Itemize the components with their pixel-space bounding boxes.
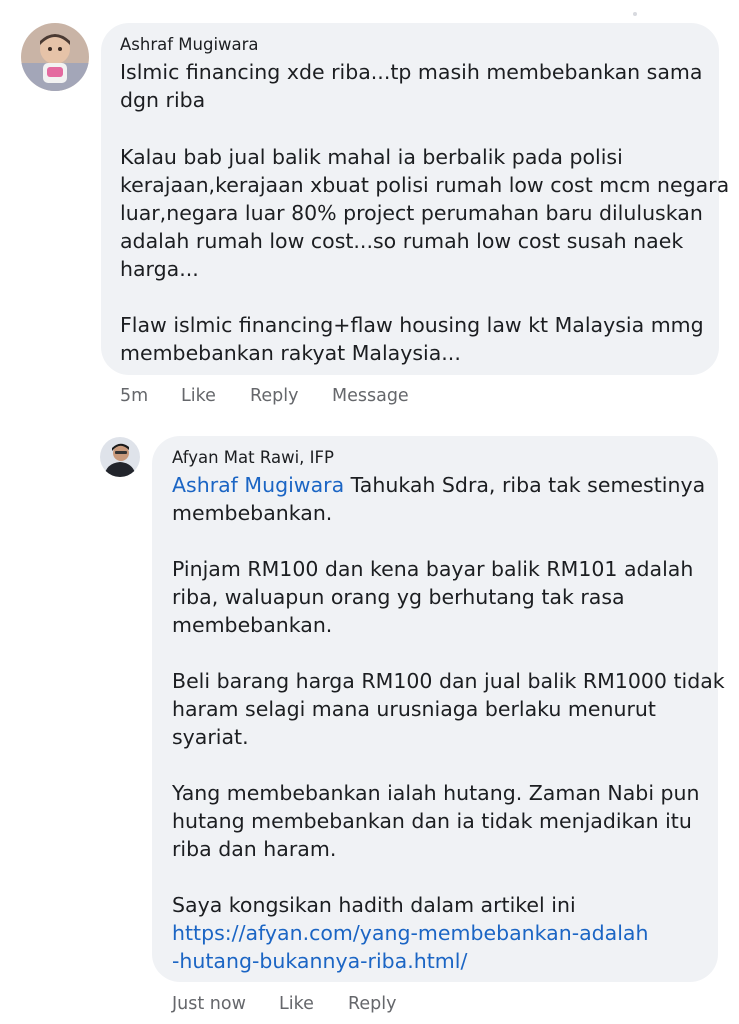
reply-text-line: Saya kongsikan hadith dalam artikel ini	[172, 893, 576, 917]
comment-text-line: dgn riba	[120, 88, 206, 112]
man-portrait-avatar-icon	[100, 437, 140, 477]
like-button[interactable]: Like	[279, 994, 314, 1014]
avatar-ashraf[interactable]	[21, 23, 89, 91]
reply-author-name[interactable]: Afyan Mat Rawi, IFP	[172, 448, 334, 467]
reply-text-line: riba dan haram.	[172, 837, 337, 861]
article-link-line-2[interactable]: -hutang-bukannya-riba.html/	[172, 947, 467, 975]
decorative-dot	[633, 12, 637, 16]
reply-text-line: Pinjam RM100 dan kena bayar balik RM101 …	[172, 557, 694, 581]
reply-timestamp[interactable]: Just now	[172, 994, 246, 1014]
reply-text-line: membebankan.	[172, 613, 333, 637]
reply-text-line: riba, waluapun orang yg berhutang tak ra…	[172, 585, 625, 609]
like-button[interactable]: Like	[181, 386, 216, 406]
article-link-line-1[interactable]: https://afyan.com/yang-membebankan-adala…	[172, 919, 649, 947]
comment-text-line: membebankan rakyat Malaysia...	[120, 341, 461, 365]
reply-text-line: Yang membebankan ialah hutang. Zaman Nab…	[172, 781, 700, 805]
comment-text-line: kerajaan,kerajaan xbuat polisi rumah low…	[120, 173, 730, 197]
reply-text-line: membebankan.	[172, 501, 333, 525]
message-button[interactable]: Message	[332, 386, 409, 406]
comment-text-line: luar,negara luar 80% project perumahan b…	[120, 201, 703, 225]
avatar-afyan[interactable]	[100, 437, 140, 477]
comment-text-line: Kalau bab jual balik mahal ia berbalik p…	[120, 145, 623, 169]
reply-text-line: Beli barang harga RM100 dan jual balik R…	[172, 669, 725, 693]
comment-text-line: adalah rumah low cost...so rumah low cos…	[120, 229, 684, 253]
reply-button[interactable]: Reply	[250, 386, 298, 406]
reply-text-line: hutang membebankan dan ia tidak menjadik…	[172, 809, 692, 833]
comment-timestamp[interactable]: 5m	[120, 386, 148, 406]
reply-text-segment: Tahukah Sdra, riba tak semestinya	[344, 473, 706, 497]
comment-text-line: harga...	[120, 257, 199, 281]
comment-text-line: Flaw islmic financing+flaw housing law k…	[120, 313, 704, 337]
comment-author-name[interactable]: Ashraf Mugiwara	[120, 35, 259, 54]
reply-text-line: syariat.	[172, 725, 249, 749]
comment-text-line: Islmic financing xde riba...tp masih mem…	[120, 60, 703, 84]
reply-button[interactable]: Reply	[348, 994, 396, 1014]
mention-link[interactable]: Ashraf Mugiwara	[172, 473, 344, 497]
reply-first-line: Ashraf Mugiwara Tahukah Sdra, riba tak s…	[172, 471, 705, 499]
child-photo-avatar-icon	[21, 23, 89, 91]
reply-text-line: haram selagi mana urusniaga berlaku menu…	[172, 697, 656, 721]
